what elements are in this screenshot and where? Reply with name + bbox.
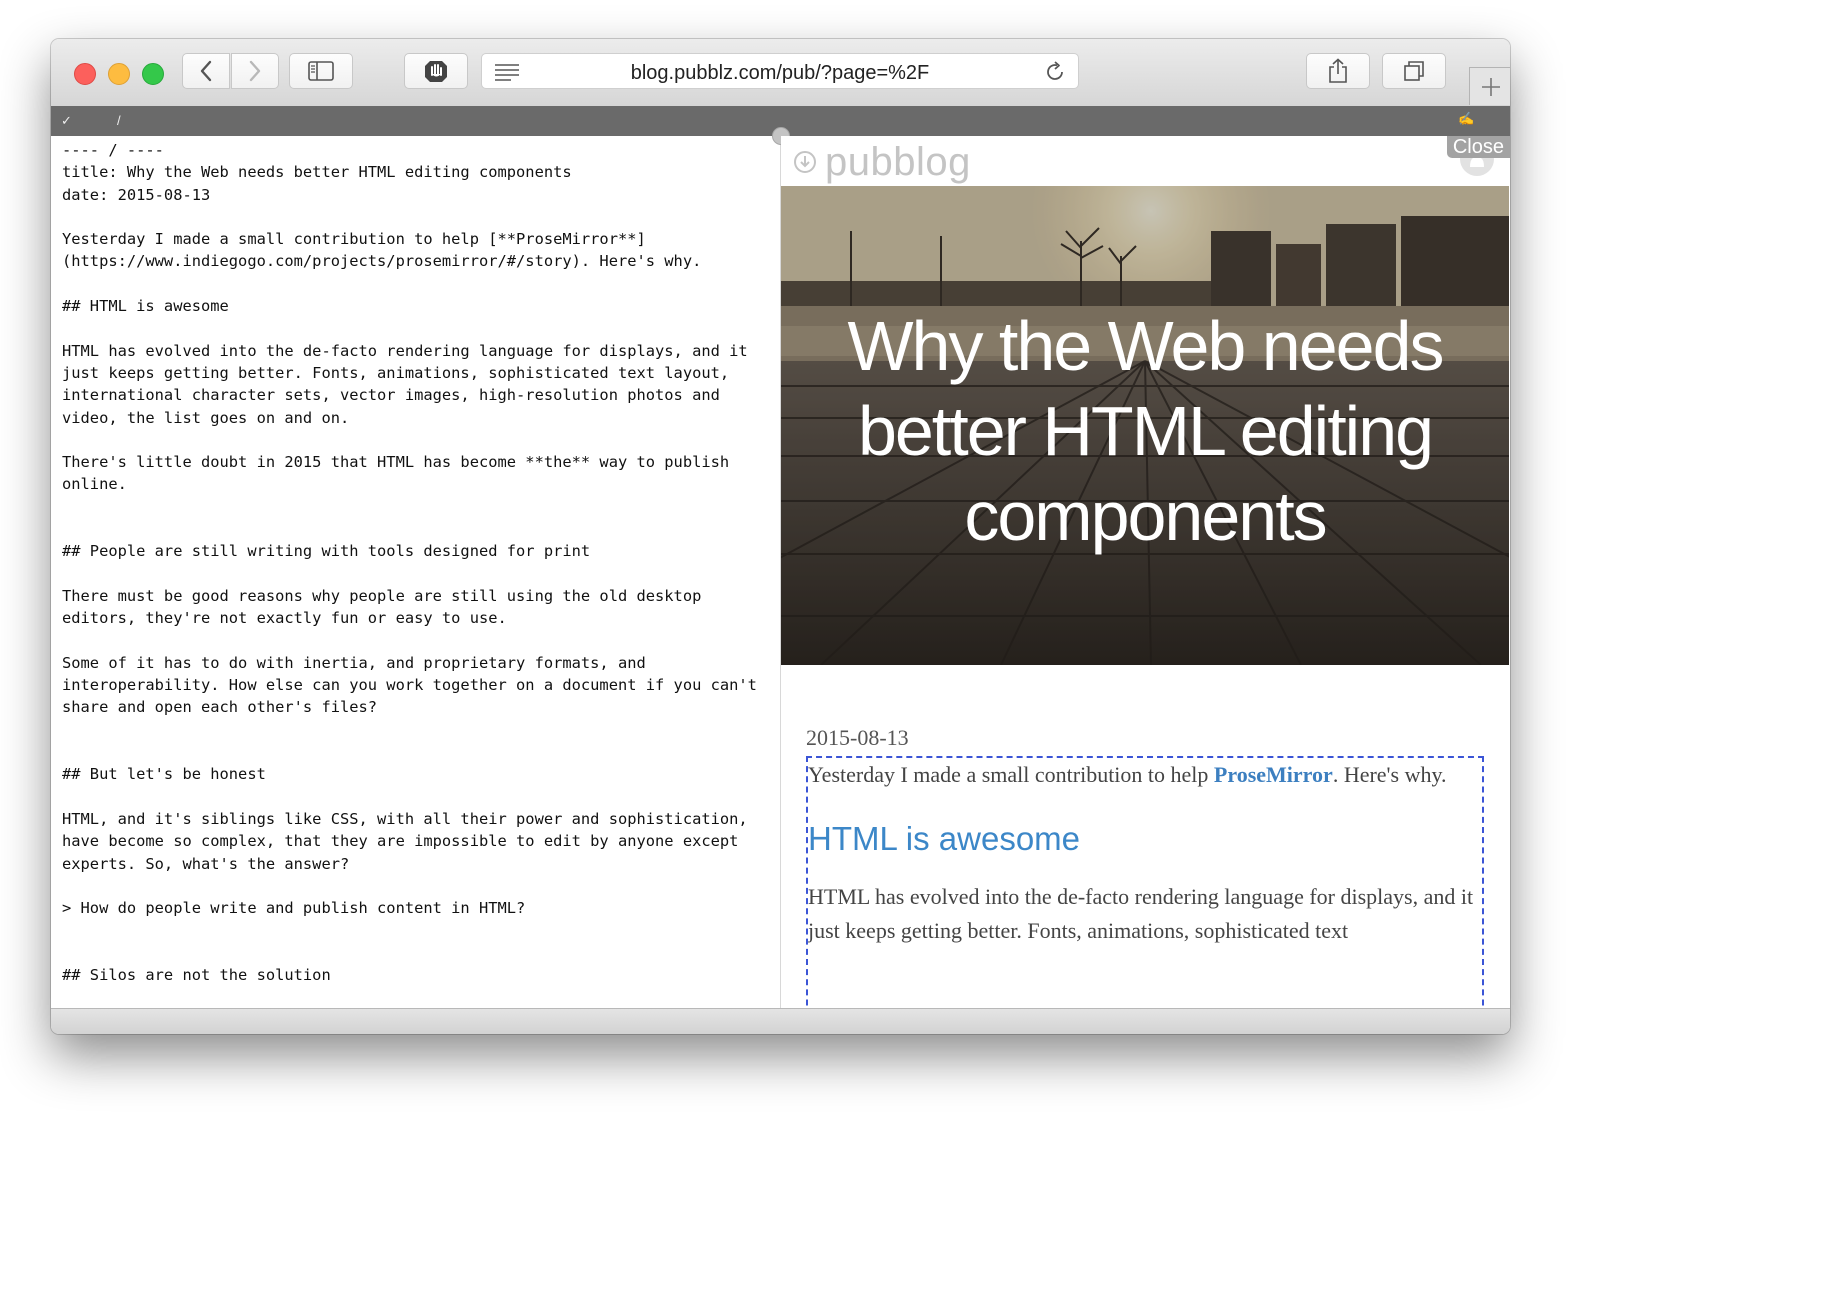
- zoom-window-button[interactable]: [142, 63, 164, 85]
- editor-line[interactable]: (https://www.indiegogo.com/projects/pros…: [51, 250, 780, 272]
- editor-line[interactable]: [51, 273, 780, 295]
- browser-window: blog.pubblz.com/pub/?page=%2F ✓ / ✍ ----…: [51, 39, 1510, 1034]
- editor-line[interactable]: Yesterday I made a small contribution to…: [51, 228, 780, 250]
- forward-button[interactable]: [231, 53, 279, 89]
- editor-line[interactable]: [51, 741, 780, 763]
- editor-line[interactable]: share and open each other's files?: [51, 696, 780, 718]
- blog-preview: pubblog Close Why the Web needs better H…: [781, 136, 1510, 1008]
- editor-line[interactable]: [51, 919, 780, 941]
- editor-line[interactable]: [51, 786, 780, 808]
- markdown-editor[interactable]: ---- / ---- title: Why the Web needs bett…: [51, 136, 781, 1008]
- intro-text-before: Yesterday I made a small contribution to…: [808, 762, 1214, 787]
- editor-line[interactable]: just keeps getting better. Fonts, animat…: [51, 362, 780, 384]
- editor-line[interactable]: Some of it has to do with inertia, and p…: [51, 652, 780, 674]
- editor-line[interactable]: title: Why the Web needs better HTML edi…: [51, 161, 780, 183]
- hero-image: Why the Web needs better HTML editing co…: [781, 186, 1509, 665]
- editor-line[interactable]: online.: [51, 473, 780, 495]
- section-heading: HTML is awesome: [808, 820, 1081, 857]
- editor-line[interactable]: There must be good reasons why people ar…: [51, 585, 780, 607]
- close-window-button[interactable]: [74, 63, 96, 85]
- extension-button[interactable]: [404, 53, 468, 89]
- section-paragraph: HTML has evolved into the de-facto rende…: [808, 884, 1474, 943]
- post-date: 2015-08-13: [806, 725, 909, 750]
- back-button[interactable]: [182, 53, 230, 89]
- editor-line[interactable]: date: 2015-08-13: [51, 184, 780, 206]
- editor-line[interactable]: ---- / ----: [51, 139, 780, 161]
- close-preview-button[interactable]: Close: [1446, 136, 1510, 158]
- editor-line[interactable]: editors, they're not exactly fun or easy…: [51, 607, 780, 629]
- editor-line[interactable]: experts. So, what's the answer?: [51, 853, 780, 875]
- save-check-button[interactable]: ✓: [61, 113, 72, 129]
- status-bar: [51, 1008, 1510, 1034]
- intro-text-after: . Here's why.: [1332, 762, 1447, 787]
- tabs-overview-icon: [1404, 61, 1424, 81]
- post-title: Why the Web needs better HTML editing co…: [847, 307, 1444, 555]
- blog-brand[interactable]: pubblog: [793, 140, 971, 184]
- editor-line[interactable]: [51, 429, 780, 451]
- editor-line[interactable]: [51, 719, 780, 741]
- editor-line[interactable]: ## People are still writing with tools d…: [51, 540, 780, 562]
- share-button[interactable]: [1306, 53, 1370, 89]
- editor-line[interactable]: ## HTML is awesome: [51, 295, 780, 317]
- url-text: blog.pubblz.com/pub/?page=%2F: [630, 62, 930, 84]
- show-tabs-button[interactable]: [1382, 53, 1446, 89]
- editor-line[interactable]: video, the list goes on and on.: [51, 407, 780, 429]
- share-icon: [1329, 58, 1347, 83]
- sidebar-toggle-button[interactable]: [289, 53, 353, 89]
- markdown-source[interactable]: ---- / ---- title: Why the Web needs bett…: [51, 136, 780, 986]
- sidebar-icon: [308, 61, 334, 81]
- reload-icon[interactable]: [1044, 61, 1066, 83]
- editor-line[interactable]: international character sets, vector ima…: [51, 384, 780, 406]
- editor-line[interactable]: [51, 942, 780, 964]
- chevron-left-icon: [200, 60, 212, 82]
- chevron-right-icon: [249, 60, 261, 82]
- editor-line[interactable]: have become so complex, that they are im…: [51, 830, 780, 852]
- editor-line[interactable]: [51, 518, 780, 540]
- edit-toggle-icon[interactable]: ✍: [1458, 111, 1474, 127]
- browser-toolbar: blog.pubblz.com/pub/?page=%2F: [51, 39, 1510, 107]
- editor-line[interactable]: [51, 875, 780, 897]
- blog-name: pubblog: [825, 139, 971, 184]
- intro-paragraph: Yesterday I made a small contribution to…: [808, 758, 1482, 792]
- download-circle-icon: [794, 151, 816, 173]
- editor-line[interactable]: There's little doubt in 2015 that HTML h…: [51, 451, 780, 473]
- new-tab-button[interactable]: [1469, 67, 1510, 105]
- editor-line[interactable]: [51, 317, 780, 339]
- minimize-window-button[interactable]: [108, 63, 130, 85]
- address-bar[interactable]: blog.pubblz.com/pub/?page=%2F: [481, 53, 1079, 89]
- editor-line[interactable]: interoperability. How else can you work …: [51, 674, 780, 696]
- prosemirror-link[interactable]: ProseMirror: [1214, 762, 1333, 787]
- editor-line[interactable]: [51, 496, 780, 518]
- editor-line[interactable]: HTML, and it's siblings like CSS, with a…: [51, 808, 780, 830]
- editor-line[interactable]: ## But let's be honest: [51, 763, 780, 785]
- hand-stop-icon: [425, 61, 447, 82]
- editor-line[interactable]: [51, 206, 780, 228]
- editor-line[interactable]: [51, 630, 780, 652]
- path-separator[interactable]: /: [117, 113, 121, 128]
- editor-line[interactable]: [51, 563, 780, 585]
- post-content-editable[interactable]: Yesterday I made a small contribution to…: [806, 756, 1484, 1008]
- editor-line[interactable]: HTML has evolved into the de-facto rende…: [51, 340, 780, 362]
- plus-icon: [1481, 77, 1500, 96]
- editor-line[interactable]: ## Silos are not the solution: [51, 964, 780, 986]
- editor-line[interactable]: > How do people write and publish conten…: [51, 897, 780, 919]
